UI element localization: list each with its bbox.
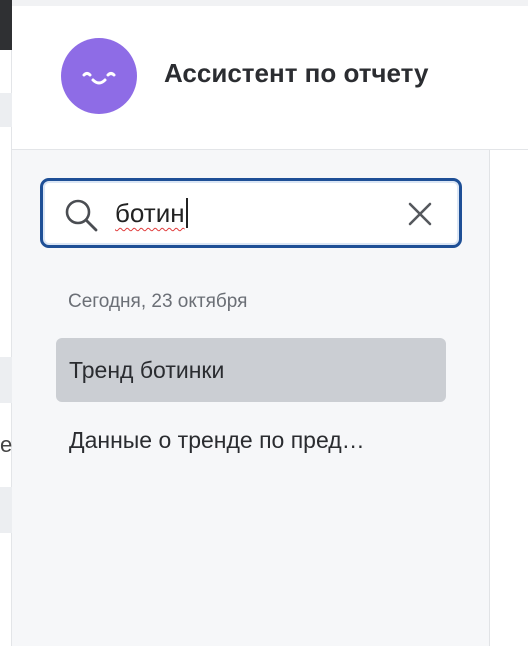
search-query-text: ботин [115, 198, 185, 228]
chat-history-sidebar: ботин Сегодня, 23 октября Тренд ботинки … [12, 150, 490, 646]
text-caret [185, 198, 188, 228]
report-assistant-window: e Ассистент по отчету ботин Сегодня, 23 … [0, 0, 528, 646]
history-date-group-label: Сегодня, 23 октября [68, 291, 248, 312]
history-item-active[interactable]: Тренд ботинки [56, 338, 446, 402]
background-text-fragment: e [0, 432, 13, 457]
search-icon [65, 199, 98, 232]
smiley-icon [82, 72, 116, 85]
background-row [0, 487, 12, 533]
search-input-value[interactable]: ботин [115, 198, 188, 228]
background-row [0, 357, 12, 403]
assistant-title: Ассистент по отчету [164, 58, 429, 88]
assistant-header: Ассистент по отчету [12, 0, 528, 150]
background-row [0, 93, 12, 127]
history-search-input[interactable]: ботин [40, 178, 462, 248]
assistant-avatar [61, 38, 137, 114]
chat-main-pane [490, 150, 528, 646]
background-page-strip: e [0, 0, 12, 646]
background-dark-bar [0, 0, 12, 50]
close-icon[interactable] [407, 201, 433, 227]
history-item[interactable]: Данные о тренде по пред… [56, 408, 446, 472]
